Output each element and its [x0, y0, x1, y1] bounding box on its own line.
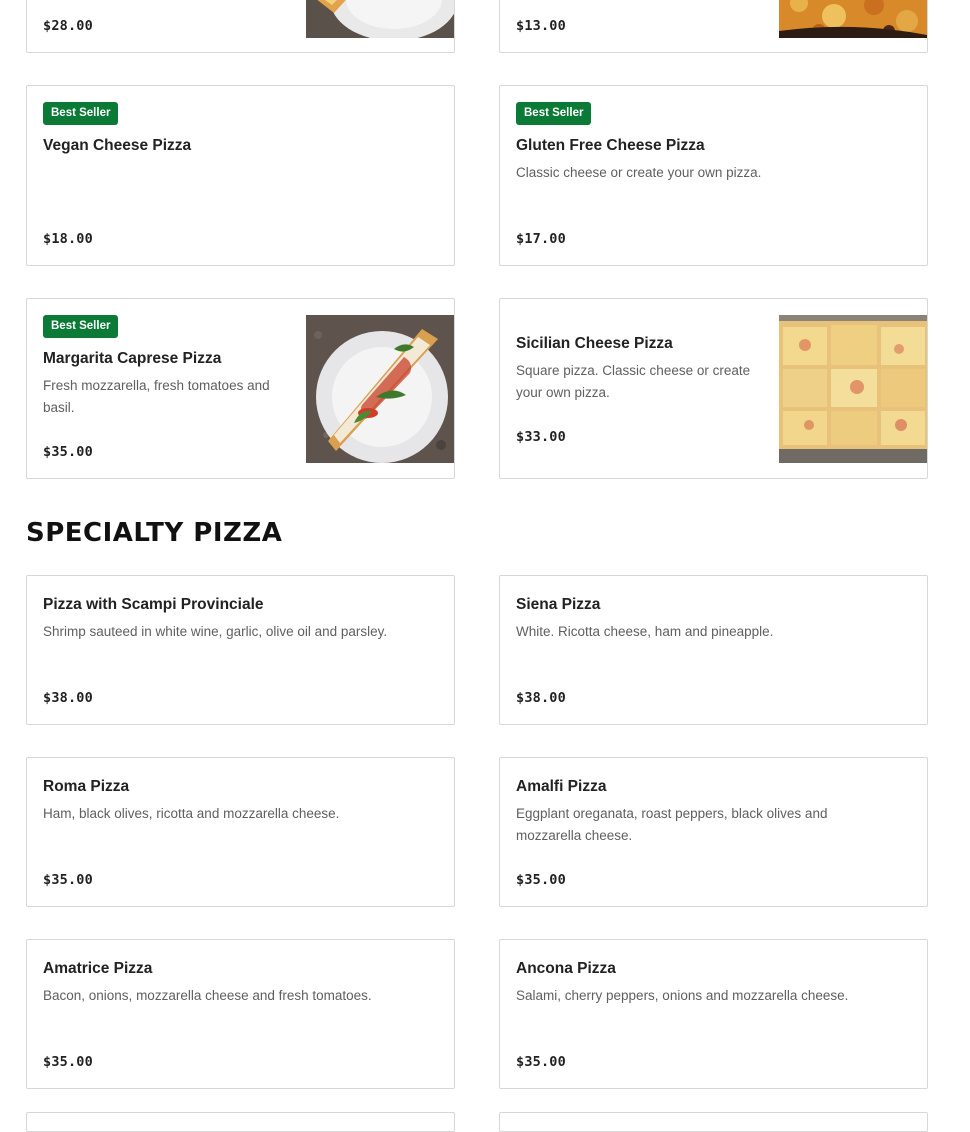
menu-item-card[interactable]: Ancona Pizza Salami, cherry peppers, oni… — [499, 939, 928, 1089]
item-name: Gluten Free Cheese Pizza — [516, 137, 705, 154]
margarita-slice-on-plate-image — [306, 315, 454, 463]
item-name: Amalfi Pizza — [516, 778, 607, 795]
item-price: $35.00 — [43, 1054, 93, 1070]
menu-item-card[interactable]: Best Seller Gluten Free Cheese Pizza Cla… — [499, 85, 928, 266]
menu-item-card[interactable]: $13.00 — [499, 0, 928, 53]
menu-item-card[interactable]: Roma Pizza Ham, black olives, ricotta an… — [26, 757, 455, 907]
best-seller-badge: Best Seller — [43, 315, 119, 338]
sicilian-square-pizza-image — [779, 315, 927, 463]
item-description: Ham, black olives, ricotta and mozzarell… — [43, 806, 340, 821]
item-name: Vegan Cheese Pizza — [43, 137, 192, 154]
item-name: Roma Pizza — [43, 778, 130, 795]
menu-item-card[interactable]: Siena Pizza White. Ricotta cheese, ham a… — [499, 575, 928, 725]
item-name: Sicilian Cheese Pizza — [516, 335, 673, 352]
item-price: $33.00 — [516, 429, 566, 445]
item-name: Amatrice Pizza — [43, 960, 153, 977]
item-price: $35.00 — [43, 872, 93, 888]
menu-item-card[interactable]: Amatrice Pizza Bacon, onions, mozzarella… — [26, 939, 455, 1089]
cheese-pizza-image — [779, 0, 927, 38]
item-price: $13.00 — [516, 18, 566, 34]
item-name: Siena Pizza — [516, 596, 601, 613]
menu-item-card[interactable]: Pizza with Scampi Provinciale Shrimp sau… — [26, 575, 455, 725]
item-price: $38.00 — [43, 690, 93, 706]
section-title: SPECIALTY PIZZA — [26, 518, 283, 548]
menu-item-card[interactable]: Amalfi Pizza Eggplant oreganata, roast p… — [499, 757, 928, 907]
menu-item-card[interactable]: Best Seller Vegan Cheese Pizza $18.00 — [26, 85, 455, 266]
item-price: $35.00 — [516, 1054, 566, 1070]
menu-item-card[interactable]: Sicilian Cheese Pizza Square pizza. Clas… — [499, 298, 928, 479]
item-description: Shrimp sauteed in white wine, garlic, ol… — [43, 624, 388, 639]
item-price: $18.00 — [43, 231, 93, 247]
item-price: $17.00 — [516, 231, 566, 247]
best-seller-badge: Best Seller — [43, 102, 119, 125]
item-price: $35.00 — [43, 444, 93, 460]
item-description: Square pizza. Classic cheese or create y… — [516, 363, 751, 400]
menu-item-card[interactable]: Best Seller Margarita Caprese Pizza Fres… — [26, 298, 455, 479]
item-price: $35.00 — [516, 872, 566, 888]
item-description: White. Ricotta cheese, ham and pineapple… — [516, 624, 774, 639]
item-price: $28.00 — [43, 18, 93, 34]
menu-item-card[interactable] — [26, 1112, 455, 1132]
item-price: $38.00 — [516, 690, 566, 706]
item-description: Eggplant oreganata, roast peppers, black… — [516, 806, 828, 843]
item-description: Fresh mozzarella, fresh tomatoes and bas… — [43, 378, 270, 415]
item-description: Bacon, onions, mozzarella cheese and fre… — [43, 988, 372, 1003]
menu-item-card[interactable] — [499, 1112, 928, 1132]
best-seller-badge: Best Seller — [516, 102, 592, 125]
pizza-slice-on-plate-image — [306, 0, 454, 38]
item-name: Margarita Caprese Pizza — [43, 350, 222, 367]
item-description: Salami, cherry peppers, onions and mozza… — [516, 988, 849, 1003]
item-name: Pizza with Scampi Provinciale — [43, 596, 264, 613]
item-name: Ancona Pizza — [516, 960, 616, 977]
menu-item-card[interactable]: $28.00 — [26, 0, 455, 53]
item-description: Classic cheese or create your own pizza. — [516, 165, 762, 180]
